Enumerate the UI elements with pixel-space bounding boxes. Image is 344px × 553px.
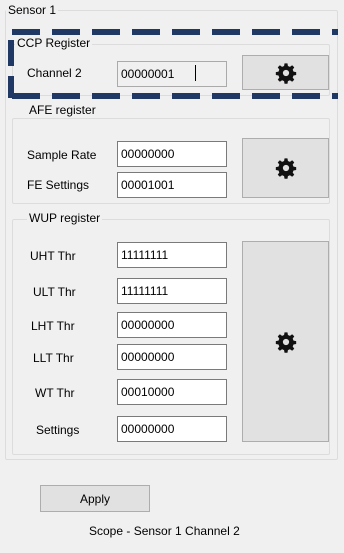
channel-field[interactable] <box>117 61 227 87</box>
llt-thr-label: LLT Thr <box>33 351 74 365</box>
wup-apply-settings-button[interactable] <box>242 241 329 442</box>
ccp-apply-settings-button[interactable] <box>242 55 329 90</box>
highlight-border-top <box>12 29 338 35</box>
afe-group-title: AFE register <box>27 103 98 117</box>
lht-thr-field[interactable] <box>117 312 227 338</box>
gear-icon <box>275 158 296 179</box>
uht-thr-label: UHT Thr <box>30 249 76 263</box>
sensor-group-title: Sensor 1 <box>6 3 59 17</box>
afe-apply-settings-button[interactable] <box>242 138 329 198</box>
sample-rate-label: Sample Rate <box>27 148 97 162</box>
fe-settings-field[interactable] <box>117 172 227 198</box>
llt-thr-field[interactable] <box>117 344 227 370</box>
channel-label: Channel 2 <box>27 66 82 80</box>
text-cursor <box>195 65 196 81</box>
apply-button[interactable]: Apply <box>40 485 150 512</box>
sample-rate-field[interactable] <box>117 141 227 167</box>
uht-thr-field[interactable] <box>117 242 227 268</box>
ult-thr-field[interactable] <box>117 278 227 304</box>
settings-field[interactable] <box>117 416 227 442</box>
gear-icon <box>275 331 296 353</box>
highlight-border-bottom <box>12 93 338 99</box>
scope-status-text: Scope - Sensor 1 Channel 2 <box>89 524 240 538</box>
gear-icon <box>275 62 296 84</box>
highlight-border-left <box>8 40 14 98</box>
settings-label: Settings <box>36 423 80 437</box>
ult-thr-label: ULT Thr <box>33 285 76 299</box>
wup-group-title: WUP register <box>27 211 103 225</box>
lht-thr-label: LHT Thr <box>31 319 75 333</box>
fe-settings-label: FE Settings <box>27 178 90 192</box>
wt-thr-field[interactable] <box>117 379 227 405</box>
ccp-group-title: CCP Register <box>15 36 93 50</box>
wt-thr-label: WT Thr <box>35 386 75 400</box>
